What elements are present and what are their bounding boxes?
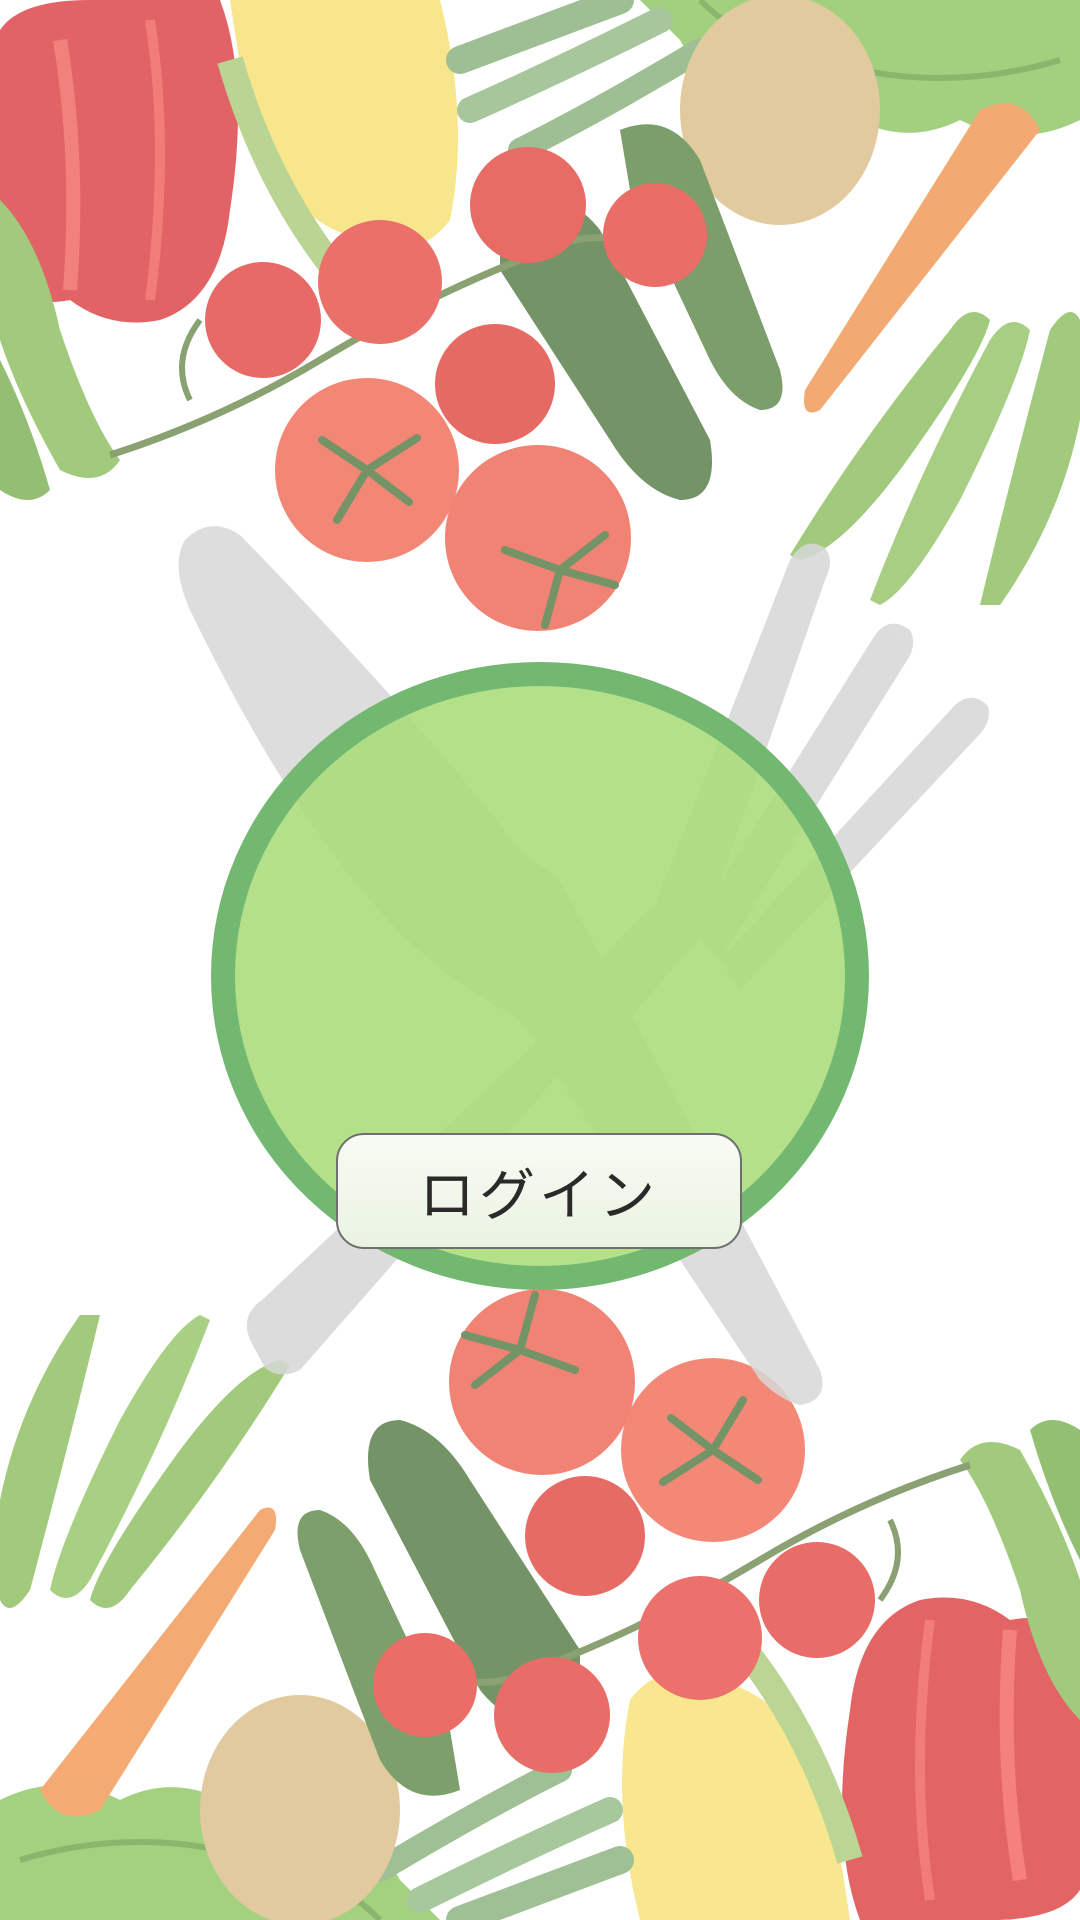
login-screen: ログイン (0, 0, 1080, 1920)
login-button[interactable]: ログイン (336, 1133, 742, 1249)
